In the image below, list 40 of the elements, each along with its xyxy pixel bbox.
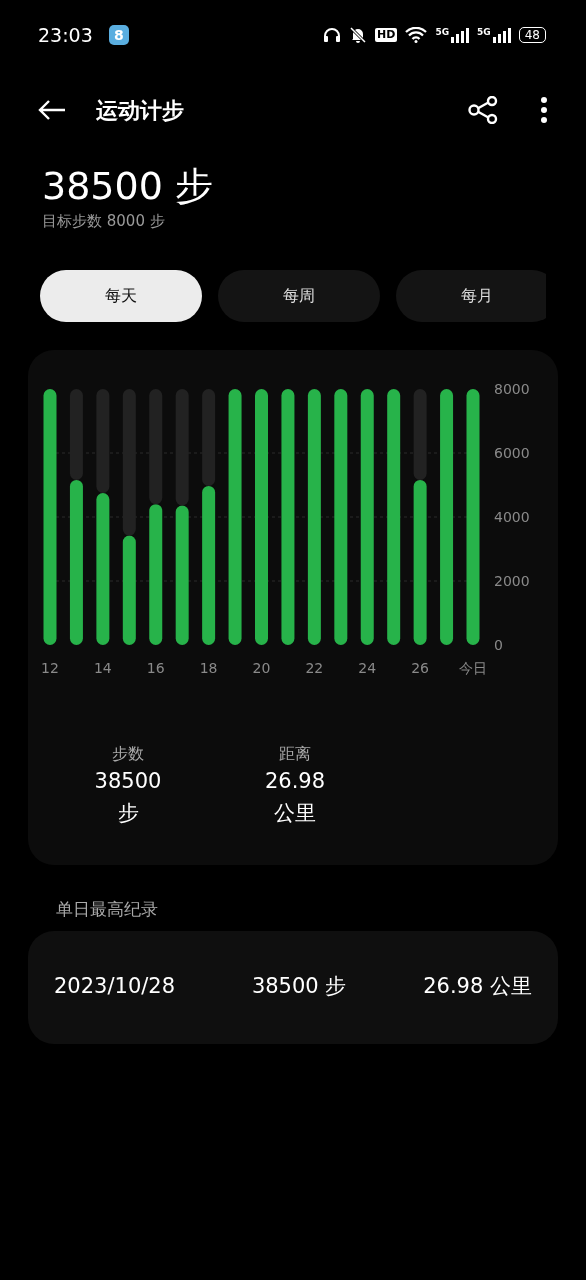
period-tab[interactable]: 每月 bbox=[396, 270, 546, 323]
y-axis-label: 8000 bbox=[494, 381, 530, 398]
x-axis-label: 16 bbox=[146, 660, 165, 677]
app-notification-icon: 8 bbox=[108, 25, 129, 45]
x-axis-label: 12 bbox=[41, 660, 59, 677]
y-axis-label: 0 bbox=[494, 637, 503, 654]
x-axis-label: 24 bbox=[358, 660, 377, 677]
hd-icon: HD bbox=[375, 28, 398, 42]
x-axis-label: 18 bbox=[199, 660, 218, 677]
y-axis-label: 4000 bbox=[494, 509, 530, 526]
y-axis-label: 2000 bbox=[494, 573, 530, 590]
wifi-icon bbox=[405, 27, 428, 43]
record-date: 2023/10/28 bbox=[54, 973, 176, 1001]
section-title: 单日最高纪录 bbox=[55, 898, 159, 922]
bell-off-icon bbox=[349, 26, 368, 44]
x-axis-label: 14 bbox=[93, 660, 112, 677]
period-tab[interactable]: 每天 bbox=[40, 270, 202, 323]
y-axis-label: 6000 bbox=[494, 445, 530, 462]
share-icon[interactable] bbox=[468, 96, 498, 124]
total-steps: 38500 步 bbox=[0, 164, 586, 210]
back-arrow-icon[interactable] bbox=[38, 99, 66, 121]
stat-value: 26.98 bbox=[263, 768, 327, 796]
clock: 23:03 bbox=[38, 22, 93, 48]
x-axis-label: 26 bbox=[411, 660, 430, 677]
stat-unit: 步 bbox=[116, 799, 140, 827]
x-axis-label: 22 bbox=[305, 660, 324, 677]
stat-label: 距离 bbox=[278, 743, 312, 766]
more-options-icon[interactable] bbox=[540, 96, 548, 124]
stat-label: 步数 bbox=[111, 743, 145, 766]
period-tab[interactable]: 每周 bbox=[218, 270, 380, 323]
goal-text: 目标步数 8000 步 bbox=[41, 210, 166, 232]
stat-value: 38500 bbox=[93, 768, 163, 796]
record-distance: 26.98 公里 bbox=[423, 973, 532, 1001]
stat-unit: 公里 bbox=[273, 799, 317, 827]
x-axis-label: 今日 bbox=[459, 660, 487, 677]
x-axis-label: 20 bbox=[252, 660, 271, 677]
record-steps: 38500 步 bbox=[251, 971, 347, 1003]
battery-icon: 48 bbox=[518, 27, 546, 43]
page-title: 运动计步 bbox=[96, 96, 184, 125]
headphones-icon bbox=[323, 27, 342, 43]
